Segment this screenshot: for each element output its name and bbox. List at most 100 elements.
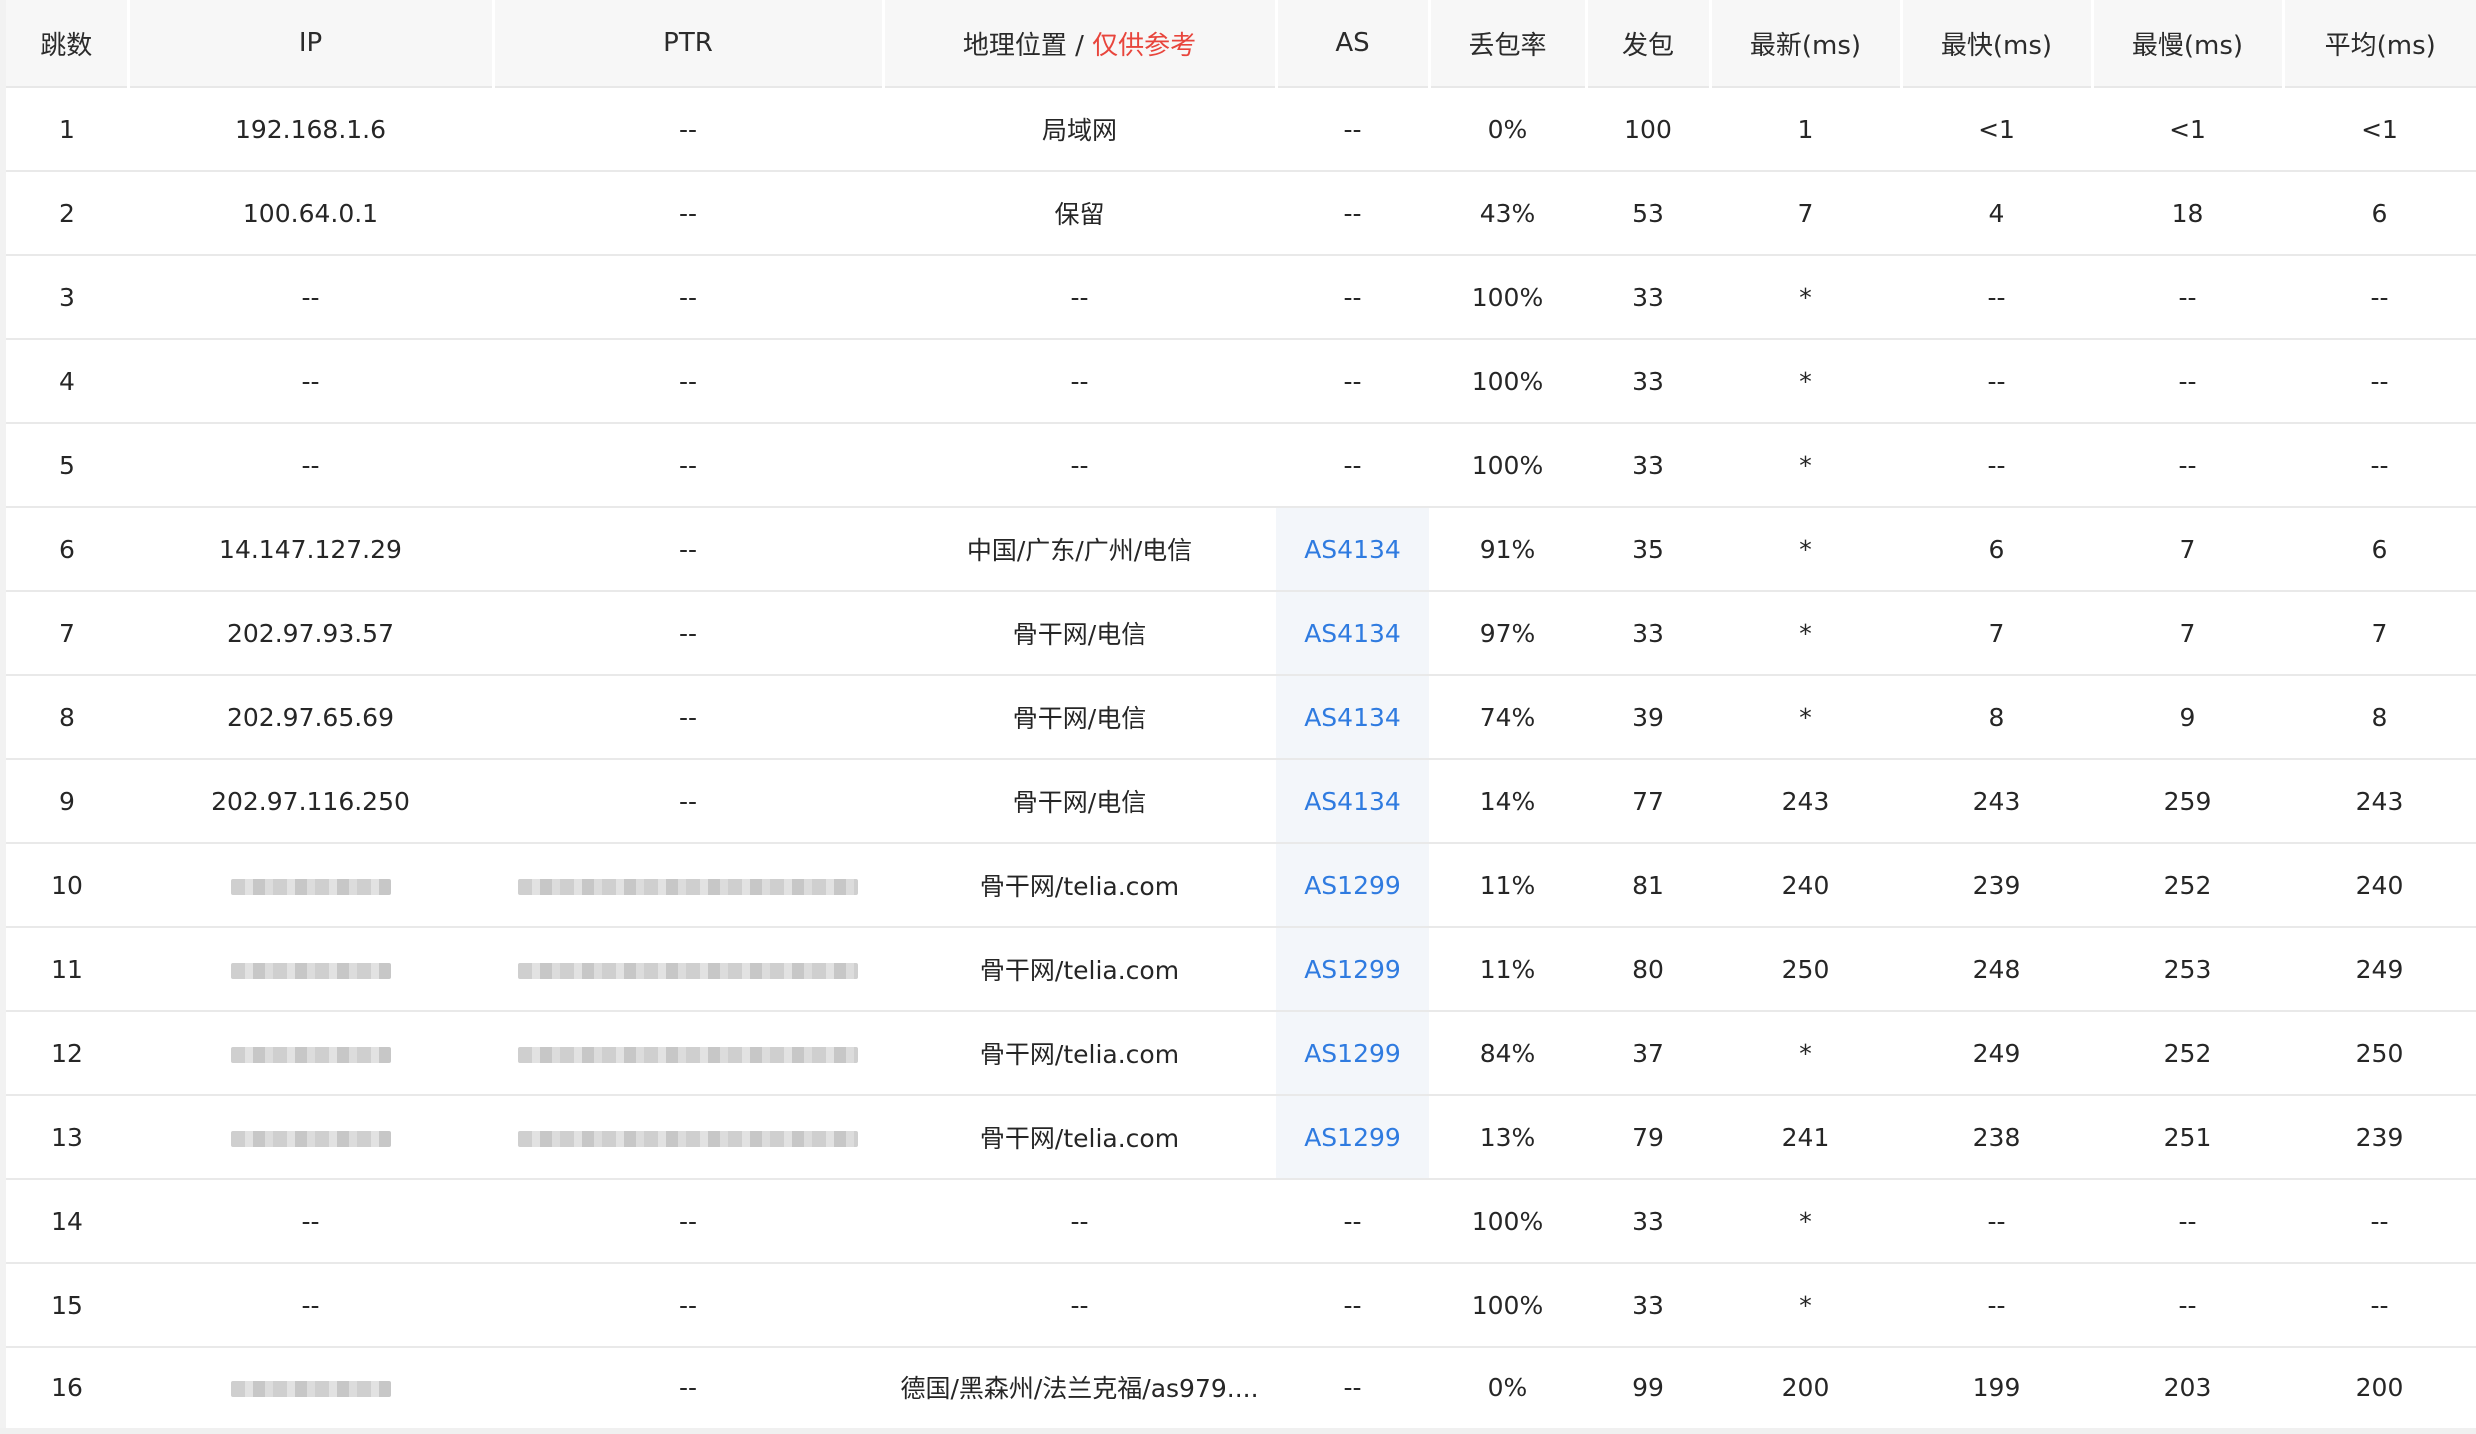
geo-cell: 骨干网/telia.com <box>883 1095 1276 1180</box>
avg-cell: <1 <box>2283 87 2476 172</box>
as-text: -- <box>1343 114 1362 144</box>
col-header-avg[interactable]: 平均(ms) <box>2283 0 2476 88</box>
last-cell: * <box>1710 1263 1901 1348</box>
as-link[interactable]: AS4134 <box>1304 535 1401 564</box>
last-cell: * <box>1710 255 1901 340</box>
hop-cell: 10 <box>6 843 128 928</box>
sent-cell: 81 <box>1586 843 1710 928</box>
worst-cell-text: 253 <box>2163 954 2212 984</box>
best-cell-text: 239 <box>1972 870 2021 900</box>
col-header-last[interactable]: 最新(ms) <box>1710 0 1903 88</box>
worst-cell: <1 <box>2092 87 2283 172</box>
worst-cell-text: 7 <box>2179 618 2196 648</box>
best-cell: 243 <box>1901 759 2092 844</box>
as-link[interactable]: AS4134 <box>1304 703 1401 732</box>
avg-cell-text: 243 <box>2355 786 2404 816</box>
hop-cell-text: 4 <box>59 366 75 396</box>
ptr-cell: -- <box>493 591 883 676</box>
hop-cell: 2 <box>6 171 128 256</box>
loss-cell: 100% <box>1429 339 1586 424</box>
as-link[interactable]: AS1299 <box>1304 955 1401 984</box>
sent-cell: 33 <box>1586 1263 1710 1348</box>
sent-cell: 99 <box>1586 1347 1710 1426</box>
col-header-ip[interactable]: IP <box>128 0 495 88</box>
geo-cell-text: -- <box>1070 450 1089 480</box>
last-cell: * <box>1710 423 1901 508</box>
table-row: 8 202.97.65.69 -- 骨干网/电信 AS4134 74% 39 * 8 9 8 <box>6 675 2476 760</box>
best-cell: -- <box>1901 339 2092 424</box>
worst-cell: -- <box>2092 1179 2283 1264</box>
last-cell-text: 243 <box>1781 786 1830 816</box>
avg-cell-text: 249 <box>2355 954 2404 984</box>
hop-cell-text: 13 <box>51 1122 83 1152</box>
best-cell: 248 <box>1901 927 2092 1012</box>
loss-cell: 97% <box>1429 591 1586 676</box>
last-cell-text: 7 <box>1797 198 1814 228</box>
hop-cell-text: 14 <box>51 1206 83 1236</box>
ip-cell-text: -- <box>301 1290 320 1320</box>
table-row: 11 骨干网/telia.com AS1299 11% 80 250 248 253 249 <box>6 927 2476 1012</box>
bottom-edge-shadow <box>0 1428 2476 1434</box>
geo-cell-text: 骨干网/telia.com <box>979 1040 1180 1069</box>
loss-cell-text: 100% <box>1471 450 1544 480</box>
as-link[interactable]: AS1299 <box>1304 1039 1401 1068</box>
ptr-cell-text: -- <box>678 198 698 228</box>
last-cell: 200 <box>1710 1347 1901 1426</box>
col-header-worst[interactable]: 最慢(ms) <box>2092 0 2285 88</box>
redacted-ip-blur <box>230 878 391 895</box>
hop-cell-text: 15 <box>51 1290 83 1320</box>
worst-cell-text: 203 <box>2163 1372 2212 1402</box>
ip-cell: -- <box>128 1179 493 1264</box>
col-header-hop[interactable]: 跳数 <box>6 0 130 88</box>
sent-cell: 33 <box>1586 339 1710 424</box>
ip-cell: -- <box>128 1263 493 1348</box>
ptr-cell: -- <box>493 1179 883 1264</box>
as-cell: AS4134 <box>1276 675 1429 760</box>
best-cell-text: 238 <box>1972 1122 2021 1152</box>
worst-cell-text: 252 <box>2163 1038 2212 1068</box>
col-header-sent[interactable]: 发包 <box>1586 0 1712 88</box>
hop-cell: 13 <box>6 1095 128 1180</box>
ptr-cell-text: -- <box>678 114 698 144</box>
avg-cell: 200 <box>2283 1347 2476 1426</box>
worst-cell: 7 <box>2092 507 2283 592</box>
as-link[interactable]: AS1299 <box>1304 1123 1401 1152</box>
col-header-geo[interactable]: 地理位置 / 仅供参考 <box>883 0 1278 88</box>
geo-cell-text: 骨干网/telia.com <box>979 956 1180 985</box>
col-header-as[interactable]: AS <box>1276 0 1431 88</box>
best-cell: -- <box>1901 423 2092 508</box>
col-header-loss[interactable]: 丢包率 <box>1429 0 1588 88</box>
as-link[interactable]: AS4134 <box>1304 787 1401 816</box>
as-link[interactable]: AS4134 <box>1304 619 1401 648</box>
loss-cell: 84% <box>1429 1011 1586 1096</box>
loss-cell: 11% <box>1429 927 1586 1012</box>
as-link[interactable]: AS1299 <box>1304 871 1401 900</box>
last-cell-text: 1 <box>1797 114 1814 144</box>
ptr-cell-text: -- <box>678 1372 698 1402</box>
ptr-cell: -- <box>493 759 883 844</box>
worst-cell: 259 <box>2092 759 2283 844</box>
redacted-ip-blur <box>230 1046 391 1063</box>
last-cell-text: * <box>1799 450 1812 480</box>
geo-cell-text: 骨干网/telia.com <box>979 1124 1180 1153</box>
as-text: -- <box>1343 282 1362 312</box>
hop-cell-text: 6 <box>59 534 75 564</box>
geo-cell: 德国/黑森州/法兰克福/as979.... <box>883 1347 1276 1426</box>
sent-cell: 80 <box>1586 927 1710 1012</box>
worst-cell-text: -- <box>2178 1206 2197 1236</box>
last-cell: * <box>1710 591 1901 676</box>
table-row: 4 -- -- -- -- 100% 33 * -- -- -- <box>6 339 2476 424</box>
geo-cell-text: 骨干网/电信 <box>1012 620 1147 649</box>
last-cell: * <box>1710 1179 1901 1264</box>
sent-cell: 33 <box>1586 423 1710 508</box>
col-header-ptr[interactable]: PTR <box>493 0 885 88</box>
geo-cell: -- <box>883 339 1276 424</box>
best-cell: -- <box>1901 1179 2092 1264</box>
as-cell: AS4134 <box>1276 591 1429 676</box>
geo-header-separator: / <box>1066 30 1093 61</box>
best-cell: 238 <box>1901 1095 2092 1180</box>
col-header-best[interactable]: 最快(ms) <box>1901 0 2094 88</box>
loss-cell: 0% <box>1429 87 1586 172</box>
best-cell: 4 <box>1901 171 2092 256</box>
geo-cell: -- <box>883 255 1276 340</box>
